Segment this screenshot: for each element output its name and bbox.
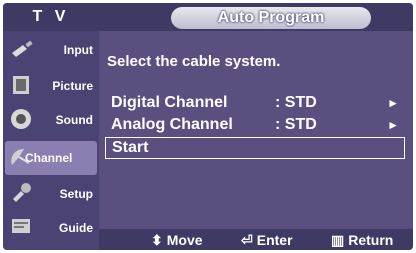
input-plug-icon xyxy=(12,40,33,57)
sidebar: Input Picture Sound Channel Setup Guide xyxy=(3,31,99,250)
right-arrow-icon: ► xyxy=(387,96,399,110)
return-icon: ▥ xyxy=(331,232,345,248)
move-hint: ⬍ Move xyxy=(151,231,203,249)
row-label: Digital Channel xyxy=(111,94,228,111)
instruction-text: Select the cable system. xyxy=(107,53,281,70)
sidebar-item-label: Guide xyxy=(58,221,93,235)
top-bar: T V Auto Program xyxy=(3,3,413,31)
row-label: Start xyxy=(112,139,149,156)
sidebar-item-label: Input xyxy=(63,43,93,57)
sidebar-item-channel[interactable]: Channel xyxy=(5,141,97,175)
row-value: : STD xyxy=(275,116,317,133)
guide-program-icon xyxy=(12,219,30,233)
sidebar-item-sound[interactable]: Sound xyxy=(5,103,97,137)
row-label: Analog Channel xyxy=(111,116,233,133)
sidebar-item-input[interactable]: Input xyxy=(5,33,97,67)
menu-row-digital-channel[interactable]: Digital Channel : STD ► xyxy=(105,93,405,113)
osd-panel: T V Auto Program Input Picture Sound Cha… xyxy=(3,3,413,250)
bottom-hint-bar: ⬍ Move ⏎ Enter ▥ Return xyxy=(99,229,413,250)
picture-film-icon xyxy=(13,76,29,94)
enter-label: Enter xyxy=(256,232,293,248)
main-content: Select the cable system. Digital Channel… xyxy=(103,31,409,221)
sidebar-item-label: Setup xyxy=(59,187,93,201)
menu-title: Auto Program xyxy=(171,7,371,29)
sound-speaker-icon xyxy=(11,109,31,129)
row-value: : STD xyxy=(275,94,317,111)
up-down-arrow-icon: ⬍ xyxy=(151,232,163,248)
return-hint: ▥ Return xyxy=(331,231,393,249)
return-label: Return xyxy=(348,232,394,248)
sidebar-item-label: Picture xyxy=(52,79,93,93)
sidebar-item-label: Sound xyxy=(55,113,93,127)
move-label: Move xyxy=(166,232,203,248)
enter-icon: ⏎ xyxy=(241,232,253,248)
menu-row-start[interactable]: Start xyxy=(105,137,405,159)
sidebar-item-label: Channel xyxy=(25,151,73,165)
sidebar-item-picture[interactable]: Picture xyxy=(5,69,97,103)
setup-wrench-icon xyxy=(13,183,31,202)
enter-hint: ⏎ Enter xyxy=(241,231,293,249)
tv-label: T V xyxy=(32,8,70,25)
right-arrow-icon: ► xyxy=(387,118,399,132)
sidebar-item-setup[interactable]: Setup xyxy=(5,177,97,211)
tv-osd-screen: T V Auto Program Input Picture Sound Cha… xyxy=(0,0,416,253)
menu-row-analog-channel[interactable]: Analog Channel : STD ► xyxy=(105,115,405,135)
sidebar-item-guide[interactable]: Guide xyxy=(5,211,97,245)
